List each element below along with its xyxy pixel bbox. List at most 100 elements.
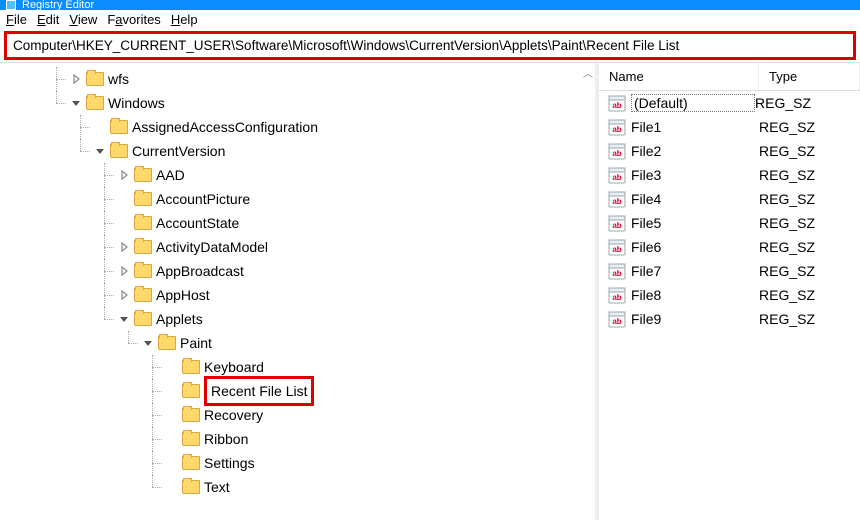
string-value-icon: ab xyxy=(607,237,627,257)
tree-node[interactable]: Ribbon xyxy=(166,427,595,451)
tree-node[interactable]: Windows xyxy=(70,91,595,115)
tree-node-label: wfs xyxy=(108,67,129,91)
string-value-icon: ab xyxy=(607,309,627,329)
tree-node[interactable]: Text xyxy=(166,475,595,499)
list-item[interactable]: abFile5REG_SZ xyxy=(599,211,860,235)
tree-pane[interactable]: ︿ wfsWindowsAssignedAccessConfigurationC… xyxy=(0,63,595,520)
tree-node[interactable]: AppBroadcast xyxy=(118,259,595,283)
registry-editor-window: Registry Editor File Edit View Favorites… xyxy=(0,0,860,520)
value-name: File2 xyxy=(631,143,759,159)
value-name: File6 xyxy=(631,239,759,255)
value-type: REG_SZ xyxy=(759,263,860,279)
svg-text:ab: ab xyxy=(612,149,621,158)
app-icon xyxy=(6,0,16,10)
menu-help[interactable]: Help xyxy=(171,12,198,27)
chevron-right-icon[interactable] xyxy=(118,241,130,253)
folder-icon xyxy=(134,312,152,326)
value-type: REG_SZ xyxy=(755,95,860,111)
string-value-icon: ab xyxy=(607,141,627,161)
tree-node[interactable]: Paint xyxy=(142,331,595,355)
value-type: REG_SZ xyxy=(759,239,860,255)
folder-icon xyxy=(182,360,200,374)
chevron-right-icon[interactable] xyxy=(118,289,130,301)
folder-icon xyxy=(182,480,200,494)
tree-node[interactable]: Applets xyxy=(118,307,595,331)
value-type: REG_SZ xyxy=(759,287,860,303)
menu-file[interactable]: File xyxy=(6,12,27,27)
string-value-icon: ab xyxy=(607,213,627,233)
string-value-icon: ab xyxy=(607,189,627,209)
value-name: File1 xyxy=(631,119,759,135)
tree-node-label: Paint xyxy=(180,331,212,355)
folder-icon xyxy=(110,120,128,134)
folder-icon xyxy=(134,240,152,254)
chevron-down-icon[interactable] xyxy=(142,337,154,349)
chevron-down-icon[interactable] xyxy=(118,313,130,325)
svg-text:ab: ab xyxy=(612,221,621,230)
string-value-icon: ab xyxy=(607,117,627,137)
list-item[interactable]: abFile3REG_SZ xyxy=(599,163,860,187)
menu-edit[interactable]: Edit xyxy=(37,12,59,27)
list-item[interactable]: ab(Default)REG_SZ xyxy=(599,91,860,115)
svg-text:ab: ab xyxy=(612,245,621,254)
chevron-right-icon[interactable] xyxy=(70,73,82,85)
col-header-type[interactable]: Type xyxy=(759,63,860,90)
list-item[interactable]: abFile4REG_SZ xyxy=(599,187,860,211)
value-type: REG_SZ xyxy=(759,143,860,159)
tree-node[interactable]: Settings xyxy=(166,451,595,475)
list-item[interactable]: abFile1REG_SZ xyxy=(599,115,860,139)
value-name: File8 xyxy=(631,287,759,303)
folder-icon xyxy=(158,336,176,350)
folder-icon xyxy=(134,216,152,230)
svg-text:ab: ab xyxy=(612,293,621,302)
string-value-icon: ab xyxy=(607,261,627,281)
list-item[interactable]: abFile7REG_SZ xyxy=(599,259,860,283)
menu-favorites[interactable]: Favorites xyxy=(107,12,160,27)
tree-node[interactable]: Recovery xyxy=(166,403,595,427)
svg-text:ab: ab xyxy=(612,197,621,206)
tree-node[interactable]: Recent File List xyxy=(166,379,595,403)
tree-node-label: Applets xyxy=(156,307,203,331)
col-header-name[interactable]: Name xyxy=(599,63,759,90)
string-value-icon: ab xyxy=(607,285,627,305)
tree-node-label: Ribbon xyxy=(204,427,248,451)
folder-icon xyxy=(182,432,200,446)
folder-icon xyxy=(86,72,104,86)
list-item[interactable]: ab File8REG_SZ xyxy=(599,283,860,307)
tree-node[interactable]: CurrentVersion xyxy=(94,139,595,163)
list-item[interactable]: ab File6REG_SZ xyxy=(599,235,860,259)
tree-node[interactable]: wfs xyxy=(70,67,595,91)
folder-icon xyxy=(134,264,152,278)
tree-node[interactable]: AppHost xyxy=(118,283,595,307)
tree-node[interactable]: ActivityDataModel xyxy=(118,235,595,259)
tree-node-label: CurrentVersion xyxy=(132,139,225,163)
values-pane: Name Type ab(Default)REG_SZabFile1REG_SZ… xyxy=(599,63,860,520)
tree-node[interactable]: AccountPicture xyxy=(118,187,595,211)
tree-node-label: AccountPicture xyxy=(156,187,250,211)
values-list: ab(Default)REG_SZabFile1REG_SZabFile2REG… xyxy=(599,91,860,331)
tree-node-label: Recent File List xyxy=(204,376,314,406)
folder-icon xyxy=(134,288,152,302)
string-value-icon: ab xyxy=(607,165,627,185)
tree-node-label: AppHost xyxy=(156,283,210,307)
address-bar[interactable]: Computer\HKEY_CURRENT_USER\Software\Micr… xyxy=(4,31,856,60)
tree-node[interactable]: AssignedAccessConfiguration xyxy=(94,115,595,139)
tree-node-label: AssignedAccessConfiguration xyxy=(132,115,318,139)
folder-icon xyxy=(134,168,152,182)
chevron-down-icon[interactable] xyxy=(70,97,82,109)
menu-view[interactable]: View xyxy=(69,12,97,27)
chevron-right-icon[interactable] xyxy=(118,169,130,181)
folder-icon xyxy=(86,96,104,110)
list-item[interactable]: ab File2REG_SZ xyxy=(599,139,860,163)
folder-icon xyxy=(182,384,200,398)
tree-node[interactable]: AAD xyxy=(118,163,595,187)
chevron-right-icon[interactable] xyxy=(118,265,130,277)
svg-text:ab: ab xyxy=(612,269,621,278)
tree-node-label: Settings xyxy=(204,451,255,475)
main-split: ︿ wfsWindowsAssignedAccessConfigurationC… xyxy=(0,62,860,520)
list-item[interactable]: abFile9REG_SZ xyxy=(599,307,860,331)
tree-node-label: AppBroadcast xyxy=(156,259,244,283)
value-type: REG_SZ xyxy=(759,191,860,207)
chevron-down-icon[interactable] xyxy=(94,145,106,157)
tree-node[interactable]: AccountState xyxy=(118,211,595,235)
